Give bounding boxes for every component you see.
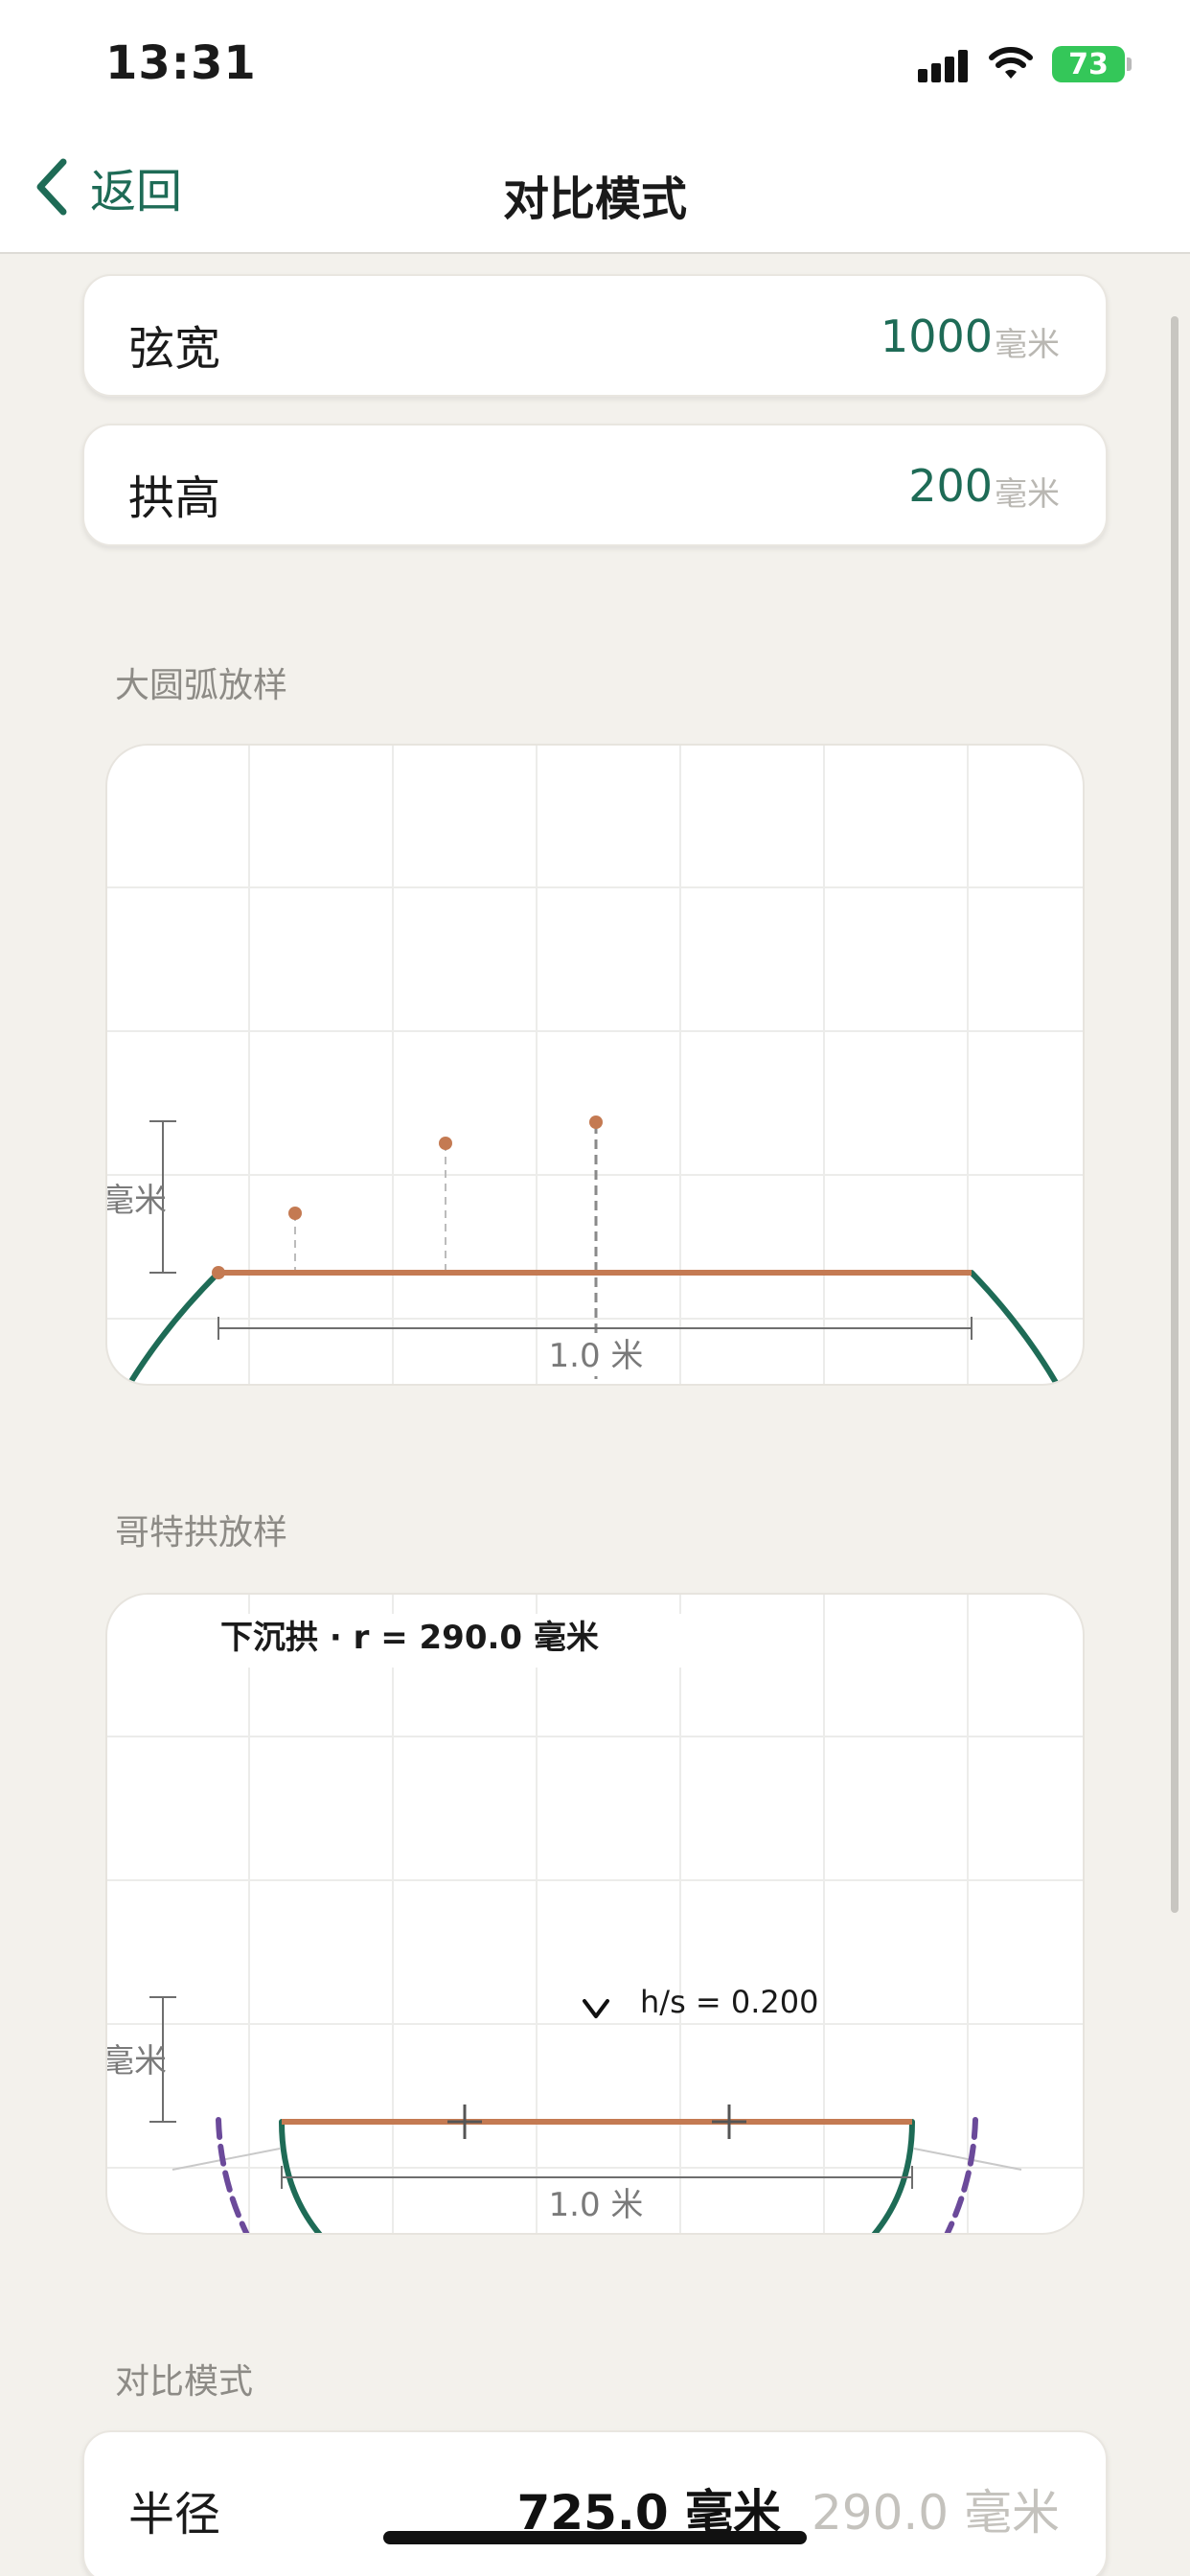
radius-label: 半径 bbox=[128, 2488, 221, 2542]
gothic-section-title: 哥特拱放样 bbox=[115, 1513, 288, 1552]
arc-layout-plot[interactable]: 毫米 1.0 米 bbox=[105, 744, 1085, 1386]
apex-chevron-icon bbox=[583, 1999, 609, 2018]
nav-bar: 返回 对比模式 bbox=[0, 125, 1190, 254]
alt-curve-right bbox=[944, 2117, 978, 2233]
gothic-caption: 下沉拱 · r = 290.0 毫米 bbox=[220, 1619, 599, 1657]
arch-height-row[interactable]: 拱高 200 毫米 bbox=[82, 424, 1108, 546]
offset-point-1 bbox=[288, 1207, 302, 1220]
grid-lines bbox=[107, 1595, 1083, 2233]
arc-section-title: 大圆弧放样 bbox=[115, 666, 288, 705]
arc-plot-canvas: 毫米 1.0 米 bbox=[107, 746, 1083, 1384]
offset-guides bbox=[294, 1143, 446, 1271]
arch-height-value[interactable]: 200 bbox=[908, 460, 993, 512]
status-time: 13:31 bbox=[105, 36, 257, 90]
scroll-indicator[interactable] bbox=[1171, 316, 1179, 1913]
arc-height-label: 毫米 bbox=[107, 1182, 167, 1220]
battery-tip bbox=[1127, 58, 1132, 71]
radius-secondary-value: 290.0 毫米 bbox=[811, 2485, 1060, 2541]
arch-height-label: 拱高 bbox=[128, 472, 221, 525]
gothic-plot-canvas: 下沉拱 · r = 290.0 毫米 h/s = 0.200 毫米 1.0 米 bbox=[107, 1595, 1083, 2233]
offset-point-2 bbox=[439, 1137, 452, 1150]
gothic-span-label: 1.0 米 bbox=[549, 2186, 644, 2224]
chord-width-row[interactable]: 弦宽 1000 毫米 bbox=[82, 274, 1108, 397]
chord-width-label: 弦宽 bbox=[128, 322, 221, 376]
gothic-ratio-label: h/s = 0.200 bbox=[640, 1984, 819, 2020]
apex-point bbox=[589, 1116, 603, 1129]
arc-span-label: 1.0 米 bbox=[549, 1337, 644, 1375]
chord-width-unit: 毫米 bbox=[995, 326, 1060, 364]
signal-icon bbox=[918, 50, 968, 82]
battery-icon: 73 bbox=[1052, 46, 1125, 82]
radius-compare-row: 半径 725.0 毫米 290.0 毫米 bbox=[82, 2430, 1108, 2576]
status-bar: 13:31 73 bbox=[0, 0, 1190, 125]
radius-guides bbox=[172, 2148, 1022, 2171]
arch-height-unit: 毫米 bbox=[995, 475, 1060, 514]
gothic-height-label: 毫米 bbox=[107, 2042, 167, 2081]
chord-endpoint-left bbox=[212, 1266, 225, 1279]
home-indicator[interactable] bbox=[383, 2531, 807, 2544]
page-title: 对比模式 bbox=[502, 172, 687, 226]
arc-left-curve bbox=[126, 1270, 221, 1384]
battery-level: 73 bbox=[1068, 47, 1109, 81]
gothic-layout-plot[interactable]: 下沉拱 · r = 290.0 毫米 h/s = 0.200 毫米 1.0 米 bbox=[105, 1593, 1085, 2235]
chord-width-value[interactable]: 1000 bbox=[881, 310, 993, 362]
grid-lines bbox=[107, 746, 1083, 1384]
compare-section-title: 对比模式 bbox=[115, 2362, 254, 2402]
wifi-icon bbox=[989, 47, 1033, 79]
arc-right-curve bbox=[969, 1270, 1061, 1384]
alt-curve-left bbox=[216, 2117, 250, 2233]
